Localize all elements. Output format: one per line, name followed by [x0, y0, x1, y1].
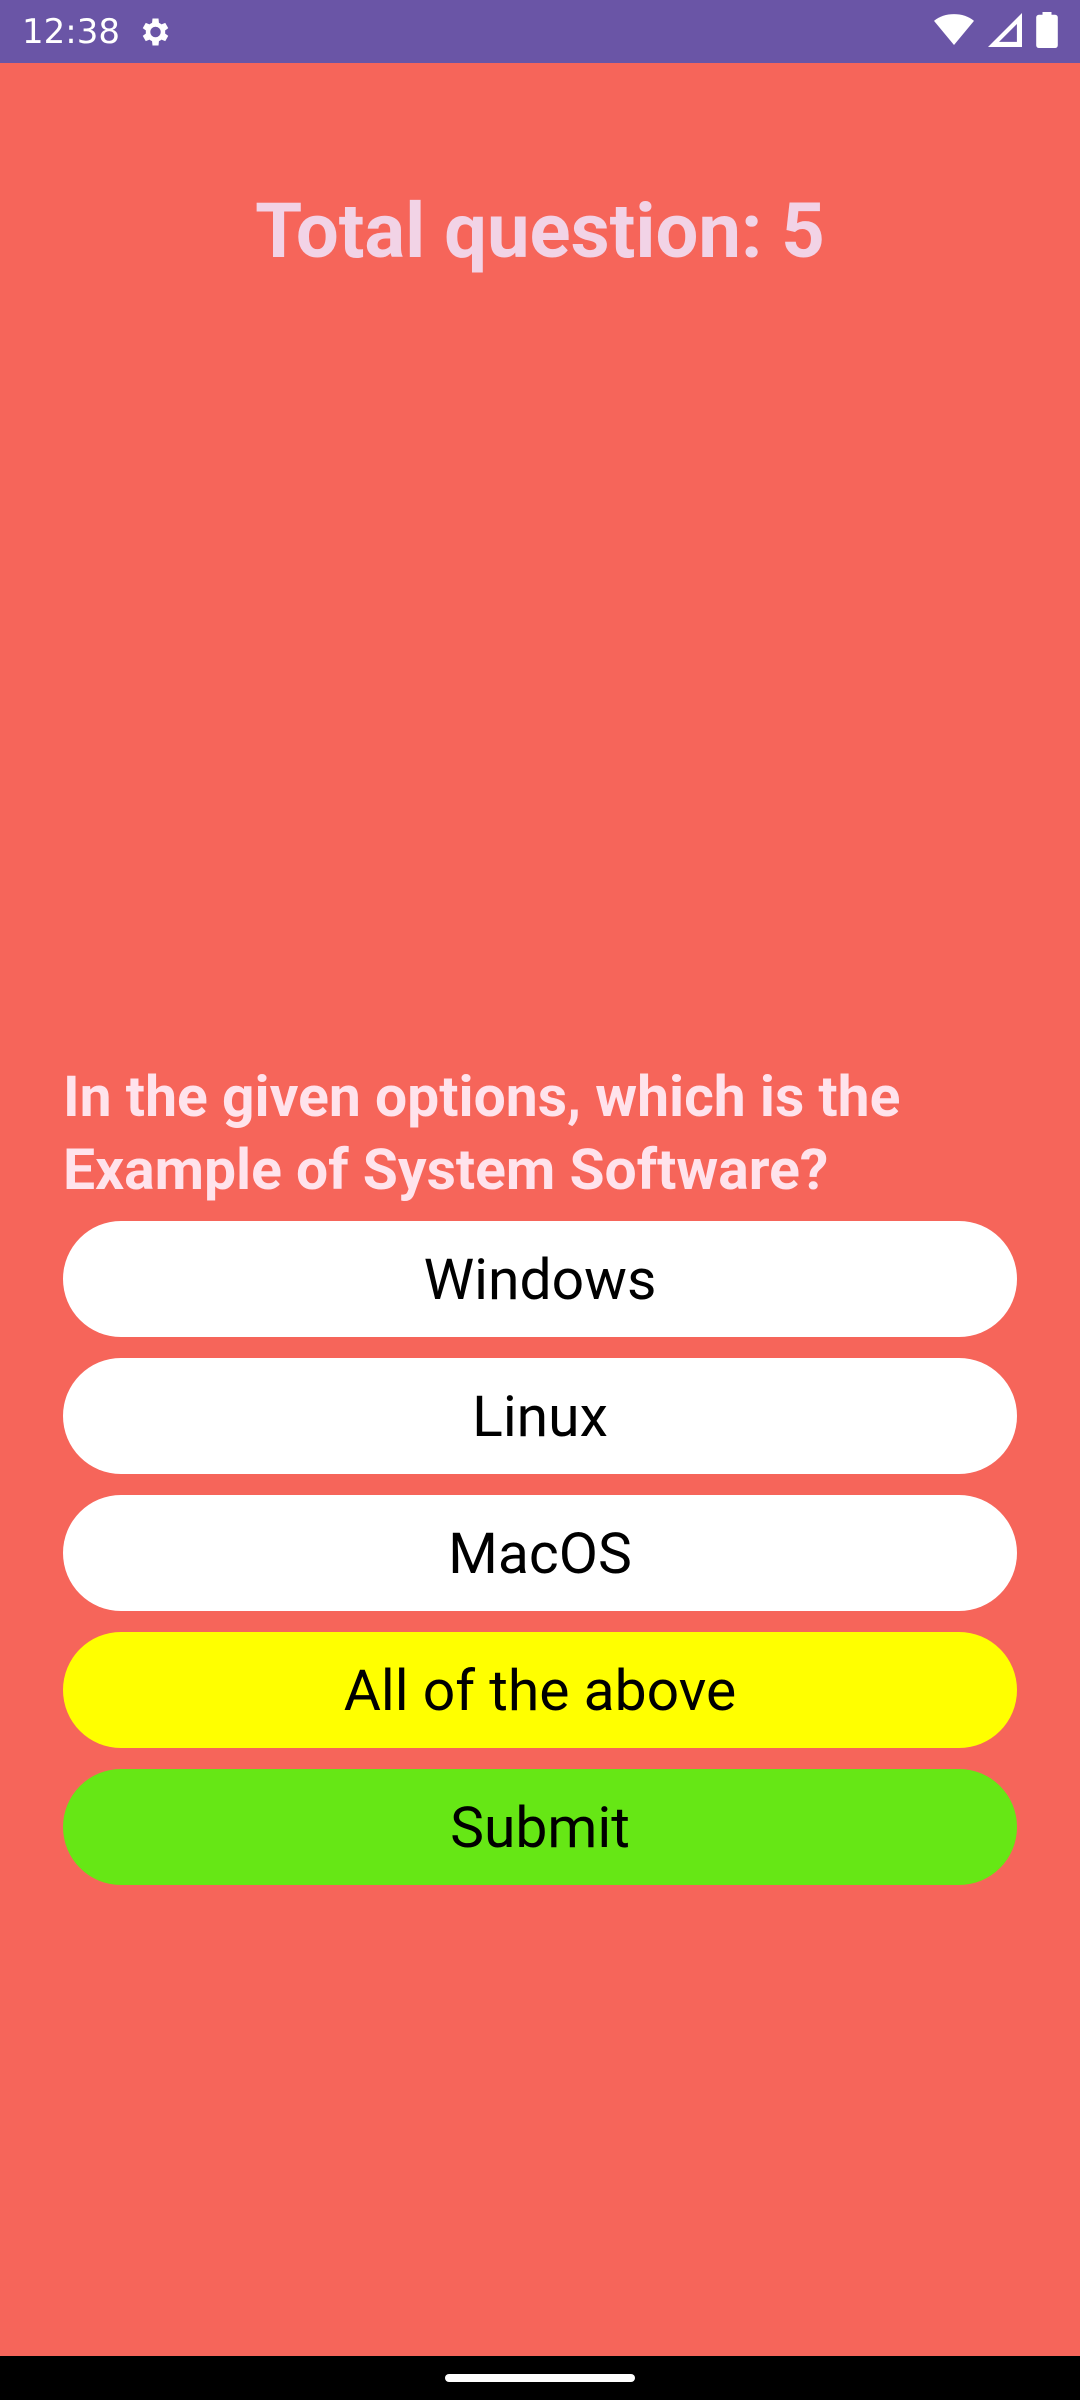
- wifi-icon: [934, 13, 974, 51]
- option-macos-button[interactable]: MacOS: [63, 1495, 1017, 1611]
- option-all-of-the-above-button[interactable]: All of the above: [63, 1632, 1017, 1748]
- signal-icon: [988, 12, 1022, 51]
- status-time: 12:38: [22, 11, 120, 52]
- status-bar: 12:38: [0, 0, 1080, 63]
- navigation-bar: [0, 2356, 1080, 2400]
- battery-icon: [1036, 11, 1058, 52]
- option-linux-button[interactable]: Linux: [63, 1358, 1017, 1474]
- option-windows-button[interactable]: Windows: [63, 1221, 1017, 1337]
- total-questions-label: Total question: 5: [255, 186, 825, 276]
- home-gesture-handle[interactable]: [445, 2374, 635, 2382]
- status-indicators: [934, 11, 1058, 52]
- question-text: In the given options, which is the Examp…: [63, 1063, 901, 1203]
- gear-icon: [136, 14, 172, 50]
- submit-button[interactable]: Submit: [63, 1769, 1017, 1885]
